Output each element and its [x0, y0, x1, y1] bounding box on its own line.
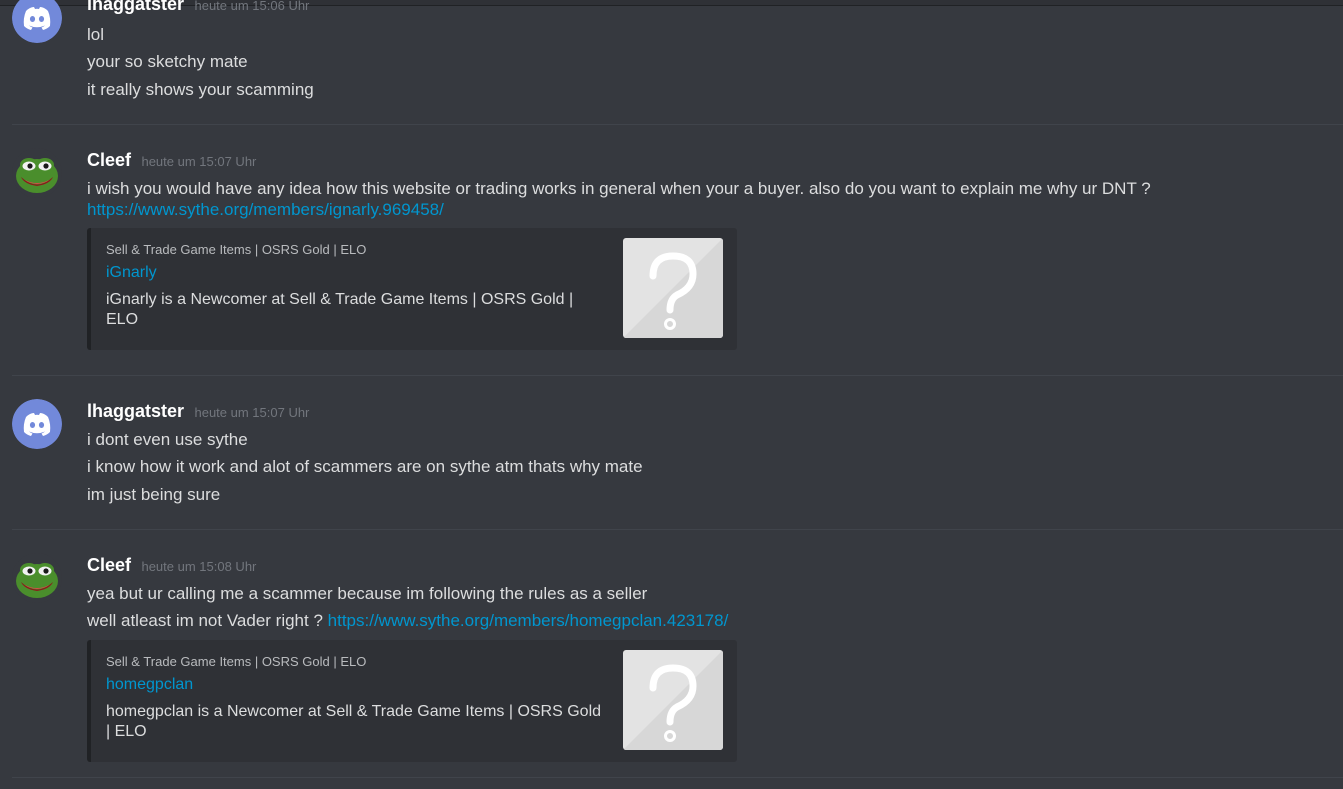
pepe-avatar-icon[interactable]: [12, 148, 62, 198]
message-link[interactable]: https://www.sythe.org/members/homegpclan…: [328, 611, 729, 630]
message-text-with-link: well atleast im not Vader right ? https:…: [87, 611, 728, 631]
chat-window: lhaggatster heute um 15:06 Uhr lol your …: [0, 0, 1343, 789]
pepe-avatar-icon[interactable]: [12, 553, 62, 603]
question-mark-icon[interactable]: [623, 650, 723, 750]
message-text: im just being sure: [87, 485, 221, 504]
message-link[interactable]: https://www.sythe.org/members/ignarly.96…: [87, 200, 444, 219]
embed-title-link[interactable]: iGnarly: [106, 264, 157, 282]
embed-provider: Sell & Trade Game Items | OSRS Gold | EL…: [106, 242, 367, 257]
discord-default-avatar-icon[interactable]: [12, 0, 62, 43]
discord-default-avatar-icon[interactable]: [12, 399, 62, 449]
message-text: yea but ur calling me a scammer because …: [87, 584, 648, 603]
username[interactable]: lhaggatster: [87, 401, 184, 421]
message-link-line: https://www.sythe.org/members/ignarly.96…: [87, 200, 444, 220]
message-header: Cleef heute um 15:07 Uhr: [87, 150, 256, 171]
message-text: i know how it work and alot of scammers …: [87, 457, 643, 476]
message-text: well atleast im not Vader right ?: [87, 611, 323, 630]
message-text: it really shows your scamming: [87, 80, 314, 99]
username[interactable]: lhaggatster: [87, 0, 184, 14]
link-embed: Sell & Trade Game Items | OSRS Gold | EL…: [87, 640, 737, 762]
message-header: Cleef heute um 15:08 Uhr: [87, 555, 256, 576]
message-text: your so sketchy mate: [87, 52, 248, 71]
embed-description: homegpclan is a Newcomer at Sell & Trade…: [106, 703, 602, 740]
link-embed: Sell & Trade Game Items | OSRS Gold | EL…: [87, 228, 737, 350]
message-header: lhaggatster heute um 15:07 Uhr: [87, 401, 309, 422]
message-header: lhaggatster heute um 15:06 Uhr: [87, 0, 309, 15]
embed-title-link[interactable]: homegpclan: [106, 676, 193, 694]
message-text: i dont even use sythe: [87, 430, 248, 449]
timestamp: heute um 15:08 Uhr: [141, 559, 257, 574]
message-divider: [12, 777, 1343, 778]
embed-provider: Sell & Trade Game Items | OSRS Gold | EL…: [106, 654, 367, 669]
timestamp: heute um 15:07 Uhr: [141, 154, 257, 169]
message-divider: [12, 529, 1343, 530]
message-text: lol: [87, 25, 105, 44]
question-mark-icon[interactable]: [623, 238, 723, 338]
message-text: i wish you would have any idea how this …: [87, 179, 1151, 198]
message-divider: [12, 124, 1343, 125]
timestamp: heute um 15:07 Uhr: [194, 405, 310, 420]
username[interactable]: Cleef: [87, 150, 131, 170]
username[interactable]: Cleef: [87, 555, 131, 575]
timestamp: heute um 15:06 Uhr: [194, 0, 310, 13]
message-divider: [12, 375, 1343, 376]
embed-description: iGnarly is a Newcomer at Sell & Trade Ga…: [106, 291, 574, 328]
